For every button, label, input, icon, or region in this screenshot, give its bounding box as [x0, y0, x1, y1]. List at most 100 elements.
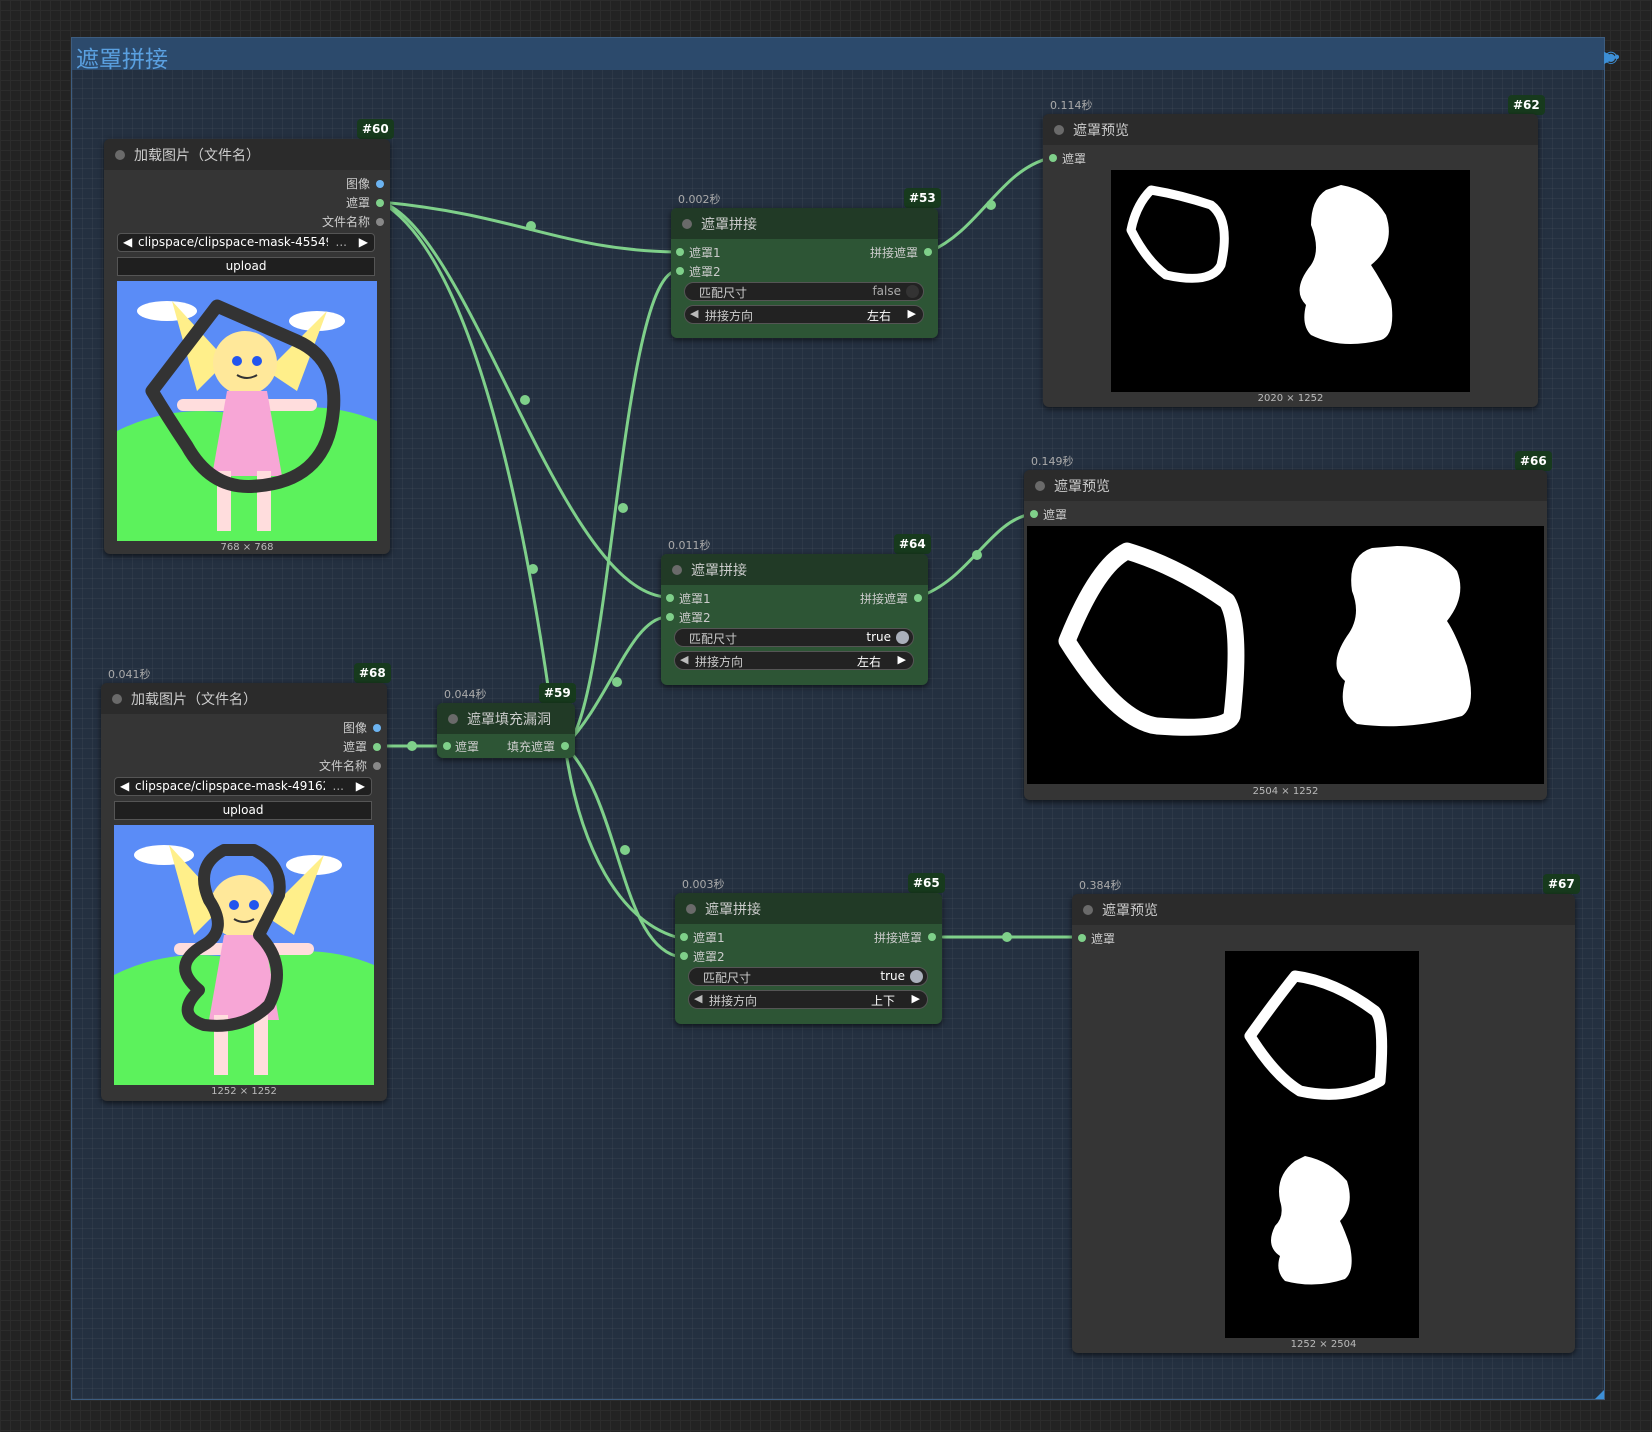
- node-id-badge: #66: [1515, 451, 1552, 471]
- node-header[interactable]: 遮罩拼接: [675, 893, 942, 924]
- arrow-left-icon[interactable]: ◀: [690, 307, 698, 320]
- input-mask-port[interactable]: [443, 742, 451, 750]
- collapse-dot-icon[interactable]: [686, 904, 696, 914]
- node-id-badge: #53: [904, 188, 941, 208]
- match-size-toggle[interactable]: 匹配尺寸 true: [688, 967, 928, 986]
- collapse-dot-icon[interactable]: [112, 694, 122, 704]
- arrow-right-icon[interactable]: ▶: [908, 307, 916, 320]
- image-file-select[interactable]: ◀ clipspace/clipspace-mask-4554980. ... …: [117, 233, 375, 252]
- mask-join-node-64[interactable]: 遮罩拼接 遮罩1 拼接遮罩 遮罩2 匹配尺寸 true ◀ 拼接方向 左右 ▶: [661, 554, 928, 685]
- mask-join-node-65[interactable]: 遮罩拼接 遮罩1 拼接遮罩 遮罩2 匹配尺寸 true ◀ 拼接方向 上下 ▶: [675, 893, 942, 1024]
- input-mask1-label: 遮罩1: [689, 246, 721, 260]
- mask-preview-node-67[interactable]: 遮罩预览 遮罩 1252 × 2504: [1072, 894, 1575, 1353]
- input-mask2-label: 遮罩2: [679, 611, 711, 625]
- node-id-badge: #65: [908, 873, 945, 893]
- arrow-right-icon[interactable]: ▶: [356, 779, 365, 793]
- node-header[interactable]: 加载图片（文件名）: [101, 683, 387, 714]
- collapse-dot-icon[interactable]: [1054, 125, 1064, 135]
- output-filename-label: 文件名称: [318, 759, 367, 773]
- group-title-bar[interactable]: 遮罩拼接 ▶ ⊶ ◉: [72, 38, 1620, 73]
- match-size-label: 匹配尺寸: [703, 971, 752, 985]
- exec-time: 0.002秒: [678, 193, 721, 206]
- input-mask-label: 遮罩: [1043, 508, 1068, 522]
- input-mask1-label: 遮罩1: [693, 931, 725, 945]
- output-image-port[interactable]: [376, 180, 384, 188]
- input-mask1-port[interactable]: [666, 594, 674, 602]
- load-image-node-68[interactable]: 加载图片（文件名） 图像 遮罩 文件名称 ◀ clipspace/clipspa…: [101, 683, 387, 1101]
- file-ellipsis: ...: [332, 779, 344, 793]
- mask-fill-holes-node-59[interactable]: 遮罩填充漏洞 遮罩 填充遮罩: [437, 703, 575, 758]
- input-mask1-port[interactable]: [680, 933, 688, 941]
- join-direction-combo[interactable]: ◀ 拼接方向 左右 ▶: [684, 305, 924, 324]
- node-title: 遮罩拼接: [691, 563, 747, 579]
- collapse-dot-icon[interactable]: [672, 565, 682, 575]
- node-header[interactable]: 遮罩拼接: [661, 554, 928, 585]
- collapse-dot-icon[interactable]: [115, 150, 125, 160]
- exec-time: 0.003秒: [682, 878, 725, 891]
- toggle-off-icon[interactable]: [906, 285, 919, 298]
- resize-handle[interactable]: [1595, 1390, 1604, 1399]
- output-filled-mask-port[interactable]: [561, 742, 569, 750]
- output-filename-label: 文件名称: [321, 215, 370, 229]
- mask-join-node-53[interactable]: 遮罩拼接 遮罩1 拼接遮罩 遮罩2 匹配尺寸 false ◀ 拼接方向 左右 ▶: [671, 208, 938, 338]
- match-size-value: false: [872, 284, 901, 298]
- node-id-badge: #59: [539, 683, 576, 703]
- arrow-right-icon[interactable]: ▶: [912, 992, 920, 1005]
- upload-button[interactable]: upload: [117, 257, 375, 276]
- load-image-node-60[interactable]: 加载图片（文件名） 图像 遮罩 文件名称 ◀ clipspace/clipspa…: [104, 139, 390, 554]
- eye-icon[interactable]: ◉: [1604, 47, 1618, 66]
- input-mask-port[interactable]: [1030, 510, 1038, 518]
- exec-time: 0.149秒: [1031, 455, 1074, 468]
- arrow-left-icon[interactable]: ◀: [120, 779, 129, 793]
- node-header[interactable]: 遮罩预览: [1072, 894, 1575, 925]
- join-direction-combo[interactable]: ◀ 拼接方向 左右 ▶: [674, 651, 914, 670]
- node-header[interactable]: 加载图片（文件名）: [104, 139, 390, 170]
- join-direction-value: 上下: [870, 994, 895, 1008]
- image-file-value: clipspace/clipspace-mask-4916204.: [135, 779, 325, 793]
- output-filename-port[interactable]: [376, 218, 384, 226]
- node-title: 遮罩填充漏洞: [467, 712, 551, 728]
- collapse-dot-icon[interactable]: [1083, 905, 1093, 915]
- output-filename-port[interactable]: [373, 762, 381, 770]
- toggle-on-icon[interactable]: [896, 631, 909, 644]
- input-mask2-port[interactable]: [666, 613, 674, 621]
- join-direction-label: 拼接方向: [705, 309, 754, 323]
- output-mask-label: 遮罩: [345, 196, 370, 210]
- output-joined-mask-port[interactable]: [914, 594, 922, 602]
- input-mask2-port[interactable]: [680, 952, 688, 960]
- arrow-left-icon[interactable]: ◀: [680, 653, 688, 666]
- mask-preview-node-62[interactable]: 遮罩预览 遮罩 2020 × 1252: [1043, 114, 1538, 407]
- node-header[interactable]: 遮罩填充漏洞: [437, 703, 575, 734]
- output-joined-mask-port[interactable]: [928, 933, 936, 941]
- join-direction-label: 拼接方向: [709, 994, 758, 1008]
- node-header[interactable]: 遮罩预览: [1024, 470, 1547, 501]
- toggle-on-icon[interactable]: [910, 970, 923, 983]
- match-size-label: 匹配尺寸: [689, 632, 738, 646]
- preview-size-label: 1252 × 2504: [1290, 1339, 1357, 1350]
- collapse-dot-icon[interactable]: [1035, 481, 1045, 491]
- arrow-left-icon[interactable]: ◀: [694, 992, 702, 1005]
- input-mask1-port[interactable]: [676, 248, 684, 256]
- match-size-toggle[interactable]: 匹配尺寸 false: [684, 282, 924, 301]
- join-direction-combo[interactable]: ◀ 拼接方向 上下 ▶: [688, 990, 928, 1009]
- mask-preview-node-66[interactable]: 遮罩预览 遮罩 2504 × 1252: [1024, 470, 1547, 800]
- output-image-port[interactable]: [373, 724, 381, 732]
- input-mask-port[interactable]: [1049, 154, 1057, 162]
- arrow-left-icon[interactable]: ◀: [123, 235, 132, 249]
- arrow-right-icon[interactable]: ▶: [898, 653, 906, 666]
- collapse-dot-icon[interactable]: [682, 219, 692, 229]
- arrow-right-icon[interactable]: ▶: [359, 235, 368, 249]
- input-mask2-port[interactable]: [676, 267, 684, 275]
- input-mask-port[interactable]: [1078, 934, 1086, 942]
- output-joined-mask-port[interactable]: [924, 248, 932, 256]
- preview-size-label: 2504 × 1252: [1252, 786, 1319, 797]
- upload-button[interactable]: upload: [114, 801, 372, 820]
- image-file-select[interactable]: ◀ clipspace/clipspace-mask-4916204. ... …: [114, 777, 372, 796]
- collapse-dot-icon[interactable]: [448, 714, 458, 724]
- node-header[interactable]: 遮罩预览: [1043, 114, 1538, 145]
- node-header[interactable]: 遮罩拼接: [671, 208, 938, 239]
- output-mask-port[interactable]: [373, 743, 381, 751]
- node-id-badge: #62: [1508, 95, 1545, 115]
- match-size-toggle[interactable]: 匹配尺寸 true: [674, 628, 914, 647]
- output-mask-port[interactable]: [376, 199, 384, 207]
